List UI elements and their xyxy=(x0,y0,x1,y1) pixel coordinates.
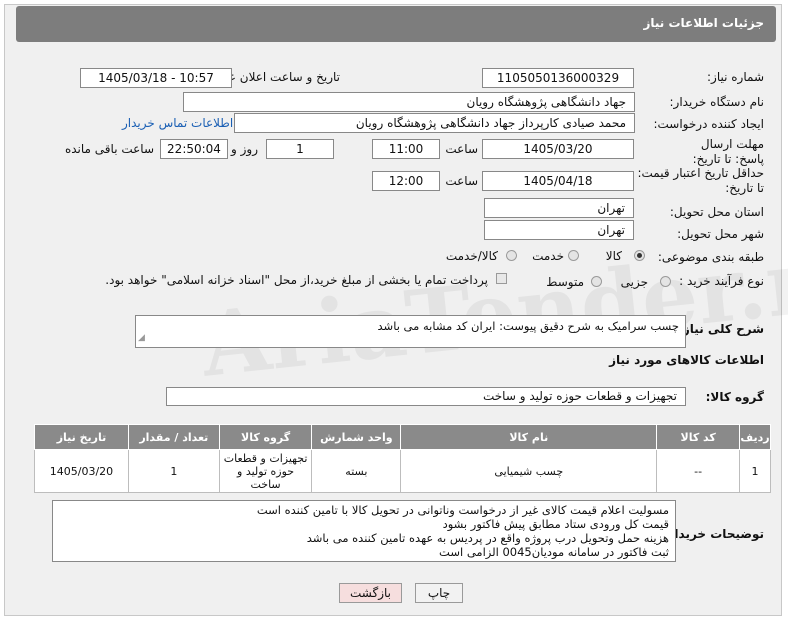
print-button[interactable]: چاپ xyxy=(415,583,463,603)
category-label: طبقه بندی موضوعی: xyxy=(657,250,764,264)
header-quantity: تعداد / مقدار xyxy=(127,424,220,450)
category-option-goods: کالا xyxy=(605,249,622,263)
header-unit: واحد شمارش xyxy=(311,424,402,450)
days-label: روز و xyxy=(231,142,258,156)
city-field: تهران xyxy=(484,220,634,240)
cell-goods-code: -- xyxy=(656,449,741,493)
goods-table: ردیف کد کالا نام کالا واحد شمارش گروه کا… xyxy=(34,424,771,493)
validity-label: حداقل تاریخ اعتبار قیمت: تا تاریخ: xyxy=(637,166,764,195)
remaining-time-field: 22:50:04 xyxy=(160,139,228,159)
city-label: شهر محل تحویل: xyxy=(677,227,764,241)
category-radio-goods[interactable] xyxy=(634,250,645,261)
creator-field: محمد صیادی کارپرداز جهاد دانشگاهی پژوهشگ… xyxy=(234,113,635,133)
cell-row-number: 1 xyxy=(739,449,771,493)
goods-group-field: تجهیزات و قطعات حوزه تولید و ساخت xyxy=(166,387,686,406)
process-radio-medium[interactable] xyxy=(591,276,602,287)
general-desc-text: چسب سرامیک به شرح دقیق پیوست: ایران کد م… xyxy=(377,319,679,333)
category-radio-service[interactable] xyxy=(568,250,579,261)
cell-goods-group: تجهیزات و قطعات حوزه تولید و ساخت xyxy=(218,449,313,493)
buyer-note-line: ثبت فاکتور در سامانه مودیان0045 الزامی ا… xyxy=(439,545,669,559)
process-radio-partial[interactable] xyxy=(660,276,671,287)
category-option-service: خدمت xyxy=(532,249,564,263)
title-bar: جزئیات اطلاعات نیاز xyxy=(16,6,776,42)
need-number-label: شماره نیاز: xyxy=(707,70,764,84)
header-row-number: ردیف xyxy=(739,424,771,450)
category-option-goods-service: کالا/خدمت xyxy=(445,249,498,263)
reply-date-field: 1405/03/20 xyxy=(482,139,634,159)
page-title: جزئیات اطلاعات نیاز xyxy=(643,16,764,30)
buyer-note-line: مسولیت اعلام قیمت کالای غیر از درخواست و… xyxy=(256,503,669,517)
province-field: تهران xyxy=(484,198,634,218)
buyer-notes-label: توضیحات خریدار: xyxy=(662,527,764,541)
buyer-contact-link[interactable]: اطلاعات تماس خریدار xyxy=(122,116,233,130)
header-goods-group: گروه کالا xyxy=(218,424,313,450)
header-need-date: تاریخ نیاز xyxy=(34,424,129,450)
days-remaining-field: 1 xyxy=(266,139,334,159)
back-button[interactable]: بازگشت xyxy=(339,583,402,603)
treasury-payment-note: پرداخت تمام یا بخشی از مبلغ خرید،از محل … xyxy=(105,273,488,287)
header-goods-name: نام کالا xyxy=(400,424,658,450)
cell-goods-name: چسب شیمیایی xyxy=(400,449,658,493)
resize-grip-icon: ◢ xyxy=(138,333,145,343)
buyer-note-line: هزینه حمل وتحویل درب پروژه واقع در پردیس… xyxy=(306,531,669,545)
process-option-medium: متوسط xyxy=(546,275,584,289)
treasury-payment-checkbox[interactable] xyxy=(496,273,507,284)
reply-time-field: 11:00 xyxy=(372,139,440,159)
validity-time-label: ساعت xyxy=(445,174,478,188)
buyer-notes-textarea[interactable]: مسولیت اعلام قیمت کالای غیر از درخواست و… xyxy=(52,500,676,562)
validity-time-field: 12:00 xyxy=(372,171,440,191)
goods-group-label: گروه کالا: xyxy=(705,390,764,404)
remaining-label: ساعت باقی مانده xyxy=(64,142,154,156)
header-goods-code: کد کالا xyxy=(656,424,741,450)
general-desc-textarea[interactable]: چسب سرامیک به شرح دقیق پیوست: ایران کد م… xyxy=(135,315,686,348)
reply-deadline-label: مهلت ارسال پاسخ: تا تاریخ: xyxy=(692,137,764,166)
cell-need-date: 1405/03/20 xyxy=(34,449,129,493)
announce-datetime-field: 1405/03/18 - 10:57 xyxy=(80,68,232,88)
province-label: استان محل تحویل: xyxy=(669,205,764,219)
general-desc-label: شرح کلی نیاز: xyxy=(678,322,764,336)
validity-date-field: 1405/04/18 xyxy=(482,171,634,191)
buyer-org-label: نام دستگاه خریدار: xyxy=(669,95,765,109)
goods-info-title: اطلاعات کالاهای مورد نیاز xyxy=(609,353,764,367)
process-option-partial: جزیی xyxy=(620,275,648,289)
need-number-field: 1105050136000329 xyxy=(482,68,634,88)
table-header-row: ردیف کد کالا نام کالا واحد شمارش گروه کا… xyxy=(34,424,771,450)
buyer-org-field: جهاد دانشگاهی پژوهشگاه رویان xyxy=(183,92,635,112)
cell-unit: بسته xyxy=(311,449,402,493)
cell-quantity: 1 xyxy=(127,449,220,493)
reply-time-label: ساعت xyxy=(445,142,478,156)
buyer-note-line: قیمت کل ورودی ستاد مطابق پیش فاکتور بشود xyxy=(442,517,669,531)
process-label: نوع فرآیند خرید : xyxy=(679,274,764,288)
table-row: 1 -- چسب شیمیایی بسته تجهیزات و قطعات حو… xyxy=(34,449,771,493)
category-radio-goods-service[interactable] xyxy=(506,250,517,261)
creator-label: ایجاد کننده درخواست: xyxy=(653,117,764,131)
